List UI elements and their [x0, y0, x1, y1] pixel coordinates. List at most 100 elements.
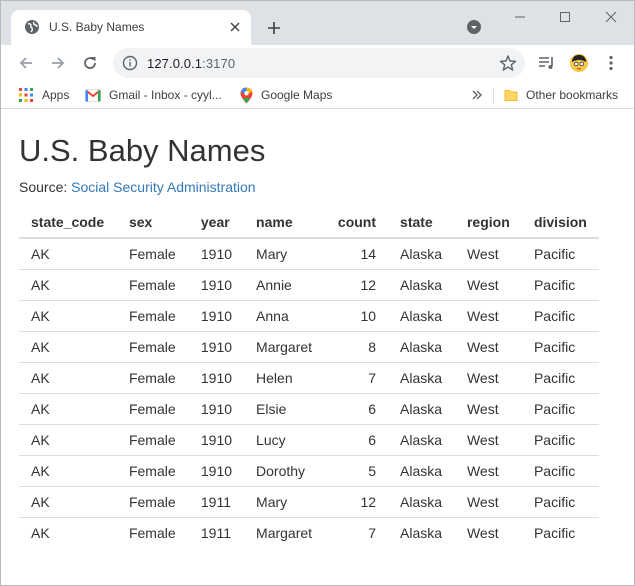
apps-grid-icon	[19, 88, 33, 102]
source-link[interactable]: Social Security Administration	[71, 179, 255, 195]
table-cell: Alaska	[400, 245, 443, 262]
table-cell: Pacific	[521, 485, 599, 517]
bookmarks-bar: Apps Gmail - Inbox - cyyl... Google Maps	[1, 81, 634, 109]
table-cell: 5	[325, 454, 389, 486]
address-bar[interactable]: 127.0.0.1:3170	[113, 48, 525, 78]
bookmark-label: Apps	[42, 88, 70, 102]
table-header-row: state_code sex year name count state reg…	[19, 206, 599, 239]
table-cell: West	[454, 454, 522, 486]
url-text: 127.0.0.1:3170	[147, 56, 235, 71]
new-tab-icon[interactable]	[263, 17, 285, 39]
tab-strip: U.S. Baby Names	[1, 1, 634, 45]
table-cell: 6	[325, 423, 389, 455]
table-cell: Alaska	[388, 485, 455, 517]
table-row: AK Female 1911 Margaret 7 Alaska West Pa…	[19, 516, 599, 548]
table-cell: 1911	[188, 516, 245, 548]
profile-avatar-icon[interactable]	[569, 53, 589, 73]
page-content: U.S. Baby Names Source: Social Security …	[1, 110, 634, 585]
column-header: count	[325, 206, 389, 239]
other-bookmarks-label: Other bookmarks	[526, 88, 619, 102]
table-cell: AK	[31, 245, 50, 262]
baby-names-table: state_code sex year name count state reg…	[19, 206, 599, 548]
url-host: 127.0.0.1	[147, 56, 203, 71]
close-tab-icon[interactable]	[227, 19, 243, 35]
table-cell: Alaska	[388, 268, 455, 300]
maximize-icon[interactable]	[554, 7, 576, 27]
table-cell: Pacific	[533, 245, 576, 262]
table-cell: 6	[325, 392, 389, 424]
browser-window: U.S. Baby Names 127.0.0.1:3170 Apps Gmai…	[0, 0, 635, 586]
table-cell: Lucy	[244, 423, 326, 455]
column-header: region	[454, 206, 522, 239]
page-title: U.S. Baby Names	[19, 133, 266, 168]
table-cell: AK	[19, 516, 117, 548]
table-cell: 12	[325, 268, 389, 300]
table-cell: AK	[19, 423, 117, 455]
tab-search-icon[interactable]	[466, 19, 482, 35]
table-cell: 8	[325, 330, 389, 362]
table-cell: Annie	[244, 268, 326, 300]
table-cell: AK	[19, 454, 117, 486]
table-row: AK Female 1910 Lucy 6 Alaska West Pacifi…	[19, 423, 599, 455]
table-cell: AK	[19, 392, 117, 424]
table-cell: Anna	[244, 299, 326, 331]
table-cell: 1910	[188, 454, 245, 486]
bookmark-apps[interactable]: Apps	[18, 86, 69, 104]
minimize-icon[interactable]	[509, 7, 531, 27]
table-cell: Female	[116, 361, 189, 393]
table-cell: AK	[19, 268, 117, 300]
table-cell: 1910	[188, 423, 245, 455]
bookmark-gmail[interactable]: Gmail - Inbox - cyyl...	[85, 86, 222, 104]
table-cell: Helen	[244, 361, 326, 393]
other-bookmarks-folder[interactable]: Other bookmarks	[504, 86, 618, 104]
close-window-icon[interactable]	[600, 7, 622, 27]
table-cell: Female	[116, 330, 189, 362]
bookmarks-divider	[493, 88, 494, 104]
column-header: division	[521, 206, 599, 239]
browser-toolbar: 127.0.0.1:3170	[1, 45, 634, 81]
table-cell: Dorothy	[244, 454, 326, 486]
tab-title: U.S. Baby Names	[49, 20, 145, 34]
table-row: AK Female 1910 Helen 7 Alaska West Pacif…	[19, 361, 599, 393]
table-cell: Pacific	[521, 361, 599, 393]
table-cell: AK	[19, 361, 117, 393]
column-header: year	[188, 206, 245, 239]
site-info-icon[interactable]	[122, 55, 138, 71]
back-arrow-icon[interactable]	[15, 52, 37, 74]
bookmark-google-maps[interactable]: Google Maps	[240, 86, 332, 104]
table-cell: Alaska	[388, 392, 455, 424]
table-cell: Alaska	[388, 299, 455, 331]
bookmark-label: Google Maps	[261, 88, 333, 102]
table-cell: Female	[116, 299, 189, 331]
table-cell: West	[466, 245, 499, 262]
table-cell: West	[454, 423, 522, 455]
media-playlist-icon[interactable]	[537, 53, 557, 73]
table-cell: West	[454, 485, 522, 517]
table-cell: 10	[325, 299, 389, 331]
column-header: state	[388, 206, 455, 239]
gmail-icon	[85, 88, 101, 102]
table-cell: AK	[19, 485, 117, 517]
table-row: AK Female 1910 Mary 14 Alaska West Pacif…	[19, 238, 599, 269]
table-cell: Female	[128, 245, 176, 262]
table-cell: Alaska	[388, 361, 455, 393]
bookmarks-overflow-chevron-icon[interactable]	[472, 86, 490, 104]
folder-icon	[504, 90, 518, 101]
table-row: AK Female 1910 Elsie 6 Alaska West Pacif…	[19, 392, 599, 424]
table-cell: Female	[116, 516, 189, 548]
table-cell: 12	[325, 485, 389, 517]
table-cell: 1911	[188, 485, 245, 517]
kebab-menu-icon[interactable]	[601, 53, 621, 73]
table-cell: 1910	[188, 392, 245, 424]
source-line: Source: Social Security Administration	[19, 179, 256, 195]
table-cell: Elsie	[244, 392, 326, 424]
forward-arrow-icon[interactable]	[47, 52, 69, 74]
browser-tab[interactable]: U.S. Baby Names	[11, 10, 251, 45]
source-prefix: Source:	[19, 179, 72, 195]
bookmark-star-icon[interactable]	[499, 54, 517, 72]
bookmark-label: Gmail - Inbox - cyyl...	[109, 88, 222, 102]
table-cell: Female	[116, 485, 189, 517]
reload-icon[interactable]	[79, 52, 101, 74]
table-cell: West	[454, 392, 522, 424]
column-header: sex	[116, 206, 189, 239]
